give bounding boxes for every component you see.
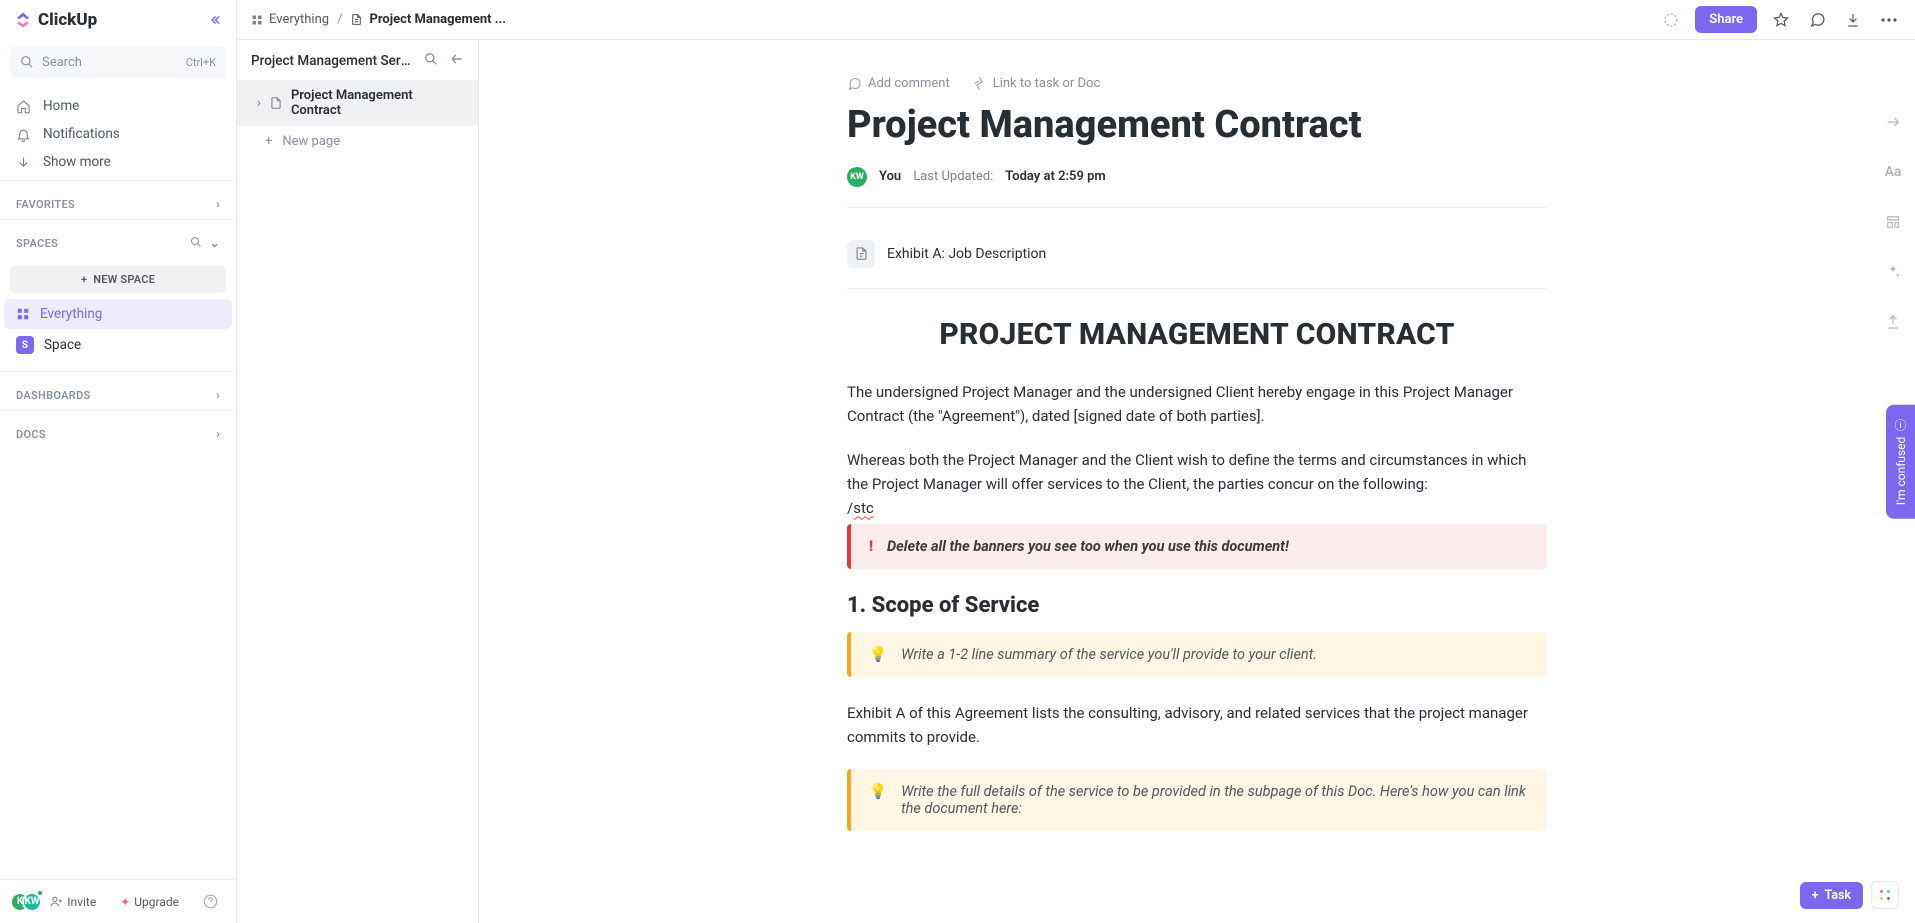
link-task-button[interactable]: Link to task or Doc [972,76,1101,91]
exclamation-icon: ! [869,538,873,555]
breadcrumb-current[interactable]: Project Management ... [350,12,506,27]
feedback-icon: ⓘ [1892,418,1909,430]
new-page-button[interactable]: + New page [237,126,478,157]
doc-icon [847,240,875,268]
upgrade-button[interactable]: ✦ Upgrade [112,891,187,913]
template-icon[interactable] [1881,210,1905,234]
chevron-down-icon[interactable]: ⌄ [210,236,220,251]
right-rail: Aa [1877,110,1909,334]
search-placeholder: Search [42,55,82,70]
sidebar: ClickUp Search Ctrl+K Home Notifications… [0,0,237,923]
collapse-sidebar-icon[interactable] [208,13,222,27]
plus-icon: + [1812,888,1819,903]
doc-icon [350,13,363,26]
feedback-button[interactable]: ⓘ I'm confused [1886,404,1915,519]
paragraph[interactable]: Exhibit A of this Agreement lists the co… [847,701,1547,749]
paragraph[interactable]: Whereas both the Project Manager and the… [847,448,1547,520]
plus-icon: + [265,134,272,149]
chevron-down-icon [16,155,31,170]
doc-outline: Project Management Services Co... › Proj… [237,0,479,923]
download-icon[interactable] [1841,8,1865,32]
comment-bubble-icon[interactable] [1805,8,1829,32]
doc-main: Add comment Link to task or Doc Project … [479,0,1915,923]
space-everything[interactable]: Everything [4,299,232,329]
grid-icon [251,14,263,26]
breadcrumb-root[interactable]: Everything [251,12,329,27]
more-icon[interactable] [1877,8,1901,32]
doc-heading[interactable]: PROJECT MANAGEMENT CONTRACT [847,317,1547,352]
bell-icon [16,127,31,142]
section-spaces[interactable]: SPACES ⌄ [0,220,236,259]
star-icon[interactable] [1769,8,1793,32]
avatar-stack[interactable]: K KW [10,891,26,913]
sparkle-icon: ✦ [120,895,130,909]
nav-home[interactable]: Home [0,92,236,120]
sync-icon[interactable] [1659,8,1683,32]
user-plus-icon [50,895,63,908]
chevron-right-icon: › [216,388,220,402]
search-icon [20,55,34,69]
typography-icon[interactable]: Aa [1881,160,1905,184]
topbar: Everything / Project Management ... Shar… [237,0,1915,40]
collapse-panel-icon[interactable] [450,52,464,70]
subpage-link[interactable]: Exhibit A: Job Description [847,226,1547,289]
avatar: KW [847,167,867,187]
grid-icon [16,307,30,321]
new-space-button[interactable]: + NEW SPACE [10,265,226,293]
updated-value: Today at 2:59 pm [1005,169,1106,184]
search-input[interactable]: Search Ctrl+K [10,46,226,78]
new-task-button[interactable]: + Task [1800,882,1863,909]
search-small-icon[interactable] [190,236,202,251]
invite-button[interactable]: Invite [42,891,104,913]
banner-tip[interactable]: 💡 Write a 1-2 line summary of the servic… [847,632,1547,677]
space-badge-icon: S [16,336,34,354]
author-label: You [879,169,901,184]
nav-notifications[interactable]: Notifications [0,120,236,148]
banner-tip[interactable]: 💡 Write the full details of the service … [847,769,1547,831]
presence-dot-icon [36,889,44,897]
bulb-icon: 💡 [869,783,887,817]
nav-show-more[interactable]: Show more [0,148,236,176]
outline-page-item[interactable]: › Project Management Contract [237,80,478,126]
help-button[interactable] [195,890,226,913]
link-icon [972,76,987,91]
bulb-icon: 💡 [869,646,887,663]
section-dashboards[interactable]: DASHBOARDS › [0,372,236,410]
search-icon[interactable] [424,52,438,70]
share-button[interactable]: Share [1695,6,1757,33]
chevron-right-icon: › [216,427,220,441]
chevron-right-icon: › [216,197,220,211]
logo-icon [14,11,32,29]
search-shortcut: Ctrl+K [186,56,216,69]
section-heading[interactable]: 1. Scope of Service [847,593,1547,618]
logo-text: ClickUp [38,10,97,30]
updated-label: Last Updated: [913,169,993,184]
add-comment-button[interactable]: Add comment [847,76,950,91]
ai-icon[interactable] [1881,260,1905,284]
apps-button[interactable] [1871,881,1899,909]
outline-title[interactable]: Project Management Services Co... [251,53,411,69]
section-favorites[interactable]: FAVORITES › [0,181,236,219]
paragraph[interactable]: The undersigned Project Manager and the … [847,380,1547,428]
expand-icon[interactable] [1881,110,1905,134]
home-icon [16,99,31,114]
page-title[interactable]: Project Management Contract [847,103,1547,149]
doc-icon [269,96,283,110]
comment-icon [847,76,862,91]
section-docs[interactable]: DOCS › [0,411,236,449]
space-item[interactable]: S Space [4,329,232,361]
share-icon[interactable] [1881,310,1905,334]
plus-icon: + [81,273,87,286]
caret-icon: › [257,96,261,111]
breadcrumb: Everything / Project Management ... [251,12,506,27]
logo[interactable]: ClickUp [14,10,97,30]
banner-warning[interactable]: ! Delete all the banners you see too whe… [847,524,1547,569]
help-icon [203,894,218,909]
